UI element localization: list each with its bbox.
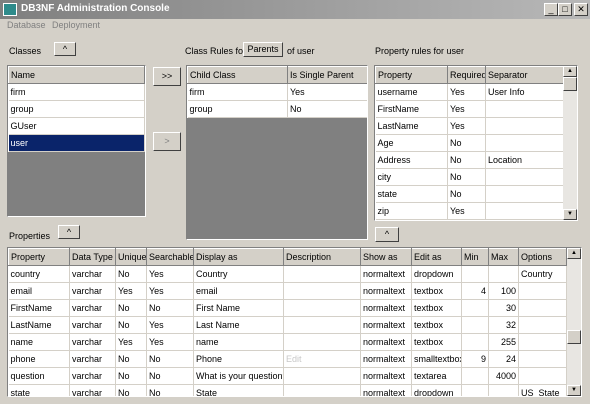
list-item[interactable]: firm (8, 83, 145, 101)
col-required[interactable]: Required (447, 66, 486, 84)
property-rules-grid: Property Required Separator username Yes U… (374, 65, 578, 221)
col-data-type[interactable]: Data Type (69, 248, 116, 266)
class-rules-label: Class Rules for (185, 46, 247, 56)
app-icon (3, 3, 17, 16)
classes-list: Name firm group GUser user (7, 65, 146, 217)
scroll-thumb[interactable] (567, 330, 581, 344)
add-rule-button[interactable]: >> (153, 67, 181, 86)
scroll-thumb[interactable] (563, 77, 577, 91)
maximize-button[interactable]: □ (558, 3, 572, 16)
move-up-button[interactable]: ^ (375, 227, 399, 242)
menu-deployment[interactable]: Deployment (52, 20, 100, 30)
window-title: DB3NF Administration Console (21, 3, 170, 14)
table-row[interactable]: Age No (375, 134, 564, 152)
table-row[interactable]: LastName Yes (375, 117, 564, 135)
scroll-down-icon[interactable]: ▼ (567, 385, 581, 396)
title-bar: DB3NF Administration Console _ □ ✕ (0, 0, 590, 19)
col-description[interactable]: Description (283, 248, 361, 266)
description-edit-hint[interactable]: Edit (283, 350, 361, 368)
properties-grid: Property Data Type Unique Searchable Dis… (7, 247, 582, 397)
table-row[interactable]: Address No Location (375, 151, 564, 169)
properties-scrollbar[interactable]: ▲ ▼ (567, 248, 581, 396)
remove-rule-button[interactable]: > (153, 132, 181, 151)
table-row[interactable]: state varchar No No State normaltext dropdown U… (8, 384, 567, 396)
list-item[interactable]: GUser (8, 117, 145, 135)
table-row[interactable]: LastName varchar No Yes Last Name normaltext t… (8, 316, 567, 334)
minimize-button[interactable]: _ (544, 3, 558, 16)
list-item[interactable]: group (8, 100, 145, 118)
col-child-class[interactable]: Child Class (187, 66, 288, 84)
parents-button[interactable]: Parents (243, 42, 283, 57)
table-row[interactable]: city No (375, 168, 564, 186)
menu-bar: Database Deployment (0, 19, 590, 33)
properties-sort-button[interactable]: ^ (58, 225, 80, 239)
col-show-as[interactable]: Show as (360, 248, 412, 266)
classes-sort-button[interactable]: ^ (54, 42, 76, 56)
property-rules-scrollbar[interactable]: ▲ ▼ (563, 66, 577, 220)
table-row[interactable]: firm Yes (187, 83, 367, 101)
scroll-up-icon[interactable]: ▲ (563, 66, 577, 77)
table-row[interactable]: state No (375, 185, 564, 203)
property-rules-label: Property rules for user (375, 46, 465, 56)
class-rules-grid: Child Class Is Single Parent firm Yes gr… (186, 65, 368, 240)
table-row[interactable]: phone varchar No No Phone Edit normaltext small… (8, 350, 567, 368)
classes-label: Classes (9, 46, 42, 56)
col-separator[interactable]: Separator (485, 66, 564, 84)
table-row[interactable]: country varchar No Yes Country normaltext drop… (8, 265, 567, 283)
table-row[interactable]: question varchar No No What is your question… (8, 367, 567, 385)
col-edit-as[interactable]: Edit as (411, 248, 462, 266)
class-rules-suffix: of user (287, 46, 315, 56)
table-row[interactable]: group No (187, 100, 367, 118)
list-item-selected[interactable]: user (8, 134, 145, 152)
table-row[interactable]: FirstName varchar No No First Name normaltext… (8, 299, 567, 317)
col-searchable[interactable]: Searchable (146, 248, 194, 266)
col-property[interactable]: Property (375, 66, 448, 84)
col-display-as[interactable]: Display as (193, 248, 284, 266)
col-is-single-parent[interactable]: Is Single Parent (287, 66, 367, 84)
table-row[interactable]: FirstName Yes (375, 100, 564, 118)
table-row[interactable]: username Yes User Info (375, 83, 564, 101)
table-row[interactable]: zip Yes (375, 202, 564, 220)
scroll-down-icon[interactable]: ▼ (563, 209, 577, 220)
menu-database[interactable]: Database (7, 20, 46, 30)
table-row[interactable]: name varchar Yes Yes name normaltext textbox 25… (8, 333, 567, 351)
scroll-up-icon[interactable]: ▲ (567, 248, 581, 259)
classes-header-name[interactable]: Name (8, 66, 145, 84)
close-button[interactable]: ✕ (574, 3, 588, 16)
properties-label: Properties (9, 231, 51, 241)
col-min[interactable]: Min (461, 248, 489, 266)
col-max[interactable]: Max (488, 248, 519, 266)
table-row[interactable]: email varchar Yes Yes email normaltext textbox… (8, 282, 567, 300)
col-unique[interactable]: Unique (115, 248, 147, 266)
col-property[interactable]: Property (8, 248, 70, 266)
col-options[interactable]: Options (518, 248, 567, 266)
